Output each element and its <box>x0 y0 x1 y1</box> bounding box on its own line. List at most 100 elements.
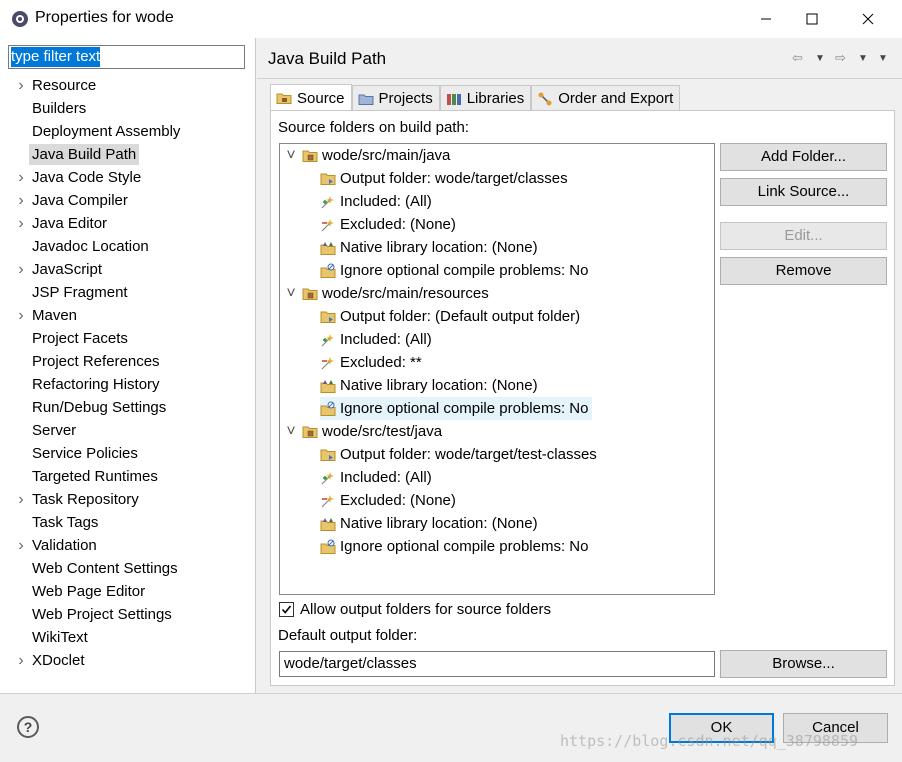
source-attribute-row[interactable]: Ignore optional compile problems: No <box>320 535 588 558</box>
exclusion-filter-icon <box>321 494 334 507</box>
source-attribute-row[interactable]: Output folder: wode/target/classes <box>320 167 568 190</box>
expand-arrow-icon[interactable]: › <box>15 189 27 212</box>
browse-button[interactable]: Browse... <box>720 650 887 678</box>
nav-item[interactable]: Builders <box>0 97 255 120</box>
forward-menu-icon[interactable]: ▼ <box>858 53 868 64</box>
nav-item[interactable]: › Maven <box>0 304 255 327</box>
expand-arrow-icon[interactable]: › <box>15 488 27 511</box>
view-menu-icon[interactable]: ▼ <box>878 53 888 64</box>
nav-item[interactable]: Deployment Assembly <box>0 120 255 143</box>
expand-arrow-icon[interactable]: › <box>15 258 27 281</box>
projects-icon <box>358 94 374 105</box>
nav-item[interactable]: › XDoclet <box>0 649 255 672</box>
add-folder-button[interactable]: Add Folder... <box>720 143 887 171</box>
source-attribute-row[interactable]: Excluded: (None) <box>320 489 456 512</box>
nav-item-label: Web Page Editor <box>32 583 146 600</box>
expand-arrow-icon[interactable]: › <box>15 649 27 672</box>
nav-item[interactable]: Run/Debug Settings <box>0 396 255 419</box>
expand-arrow-icon[interactable]: › <box>15 304 27 327</box>
default-output-input[interactable]: wode/target/classes <box>279 651 715 677</box>
tree-node-label: Ignore optional compile problems: No <box>340 262 589 279</box>
link-source-button[interactable]: Link Source... <box>720 178 887 206</box>
maximize-button[interactable] <box>789 0 835 38</box>
collapse-arrow-icon[interactable]: ˅ <box>284 282 298 305</box>
tab-libraries[interactable]: Libraries <box>439 85 532 111</box>
nav-item[interactable]: JSP Fragment <box>0 281 255 304</box>
expand-arrow-icon[interactable]: › <box>15 534 27 557</box>
minimize-button[interactable] <box>743 0 789 38</box>
property-pages-tree: › Resource Builders Deployment Assembly Java… <box>0 74 255 672</box>
nav-item[interactable]: WikiText <box>0 626 255 649</box>
remove-button[interactable]: Remove <box>720 257 887 285</box>
ignore-problems-icon <box>320 263 336 278</box>
back-menu-icon[interactable]: ▼ <box>815 53 825 64</box>
forward-arrow-icon[interactable]: ⇨ <box>835 50 846 66</box>
source-attribute-row[interactable]: Output folder: wode/target/test-classes <box>320 443 597 466</box>
source-folder-row[interactable]: ˅ wode/src/main/java <box>284 144 450 167</box>
ignore-problems-icon <box>320 539 336 554</box>
nav-item-label: Server <box>32 422 77 439</box>
nav-item-label: Validation <box>32 537 97 554</box>
expand-arrow-icon[interactable]: › <box>15 166 27 189</box>
source-attribute-row[interactable]: Ignore optional compile problems: No <box>320 397 593 420</box>
nav-item[interactable]: Web Page Editor <box>0 580 255 603</box>
edit-button[interactable]: Edit... <box>720 222 887 250</box>
source-attribute-row[interactable]: Output folder: (Default output folder) <box>320 305 580 328</box>
nav-item-label: Task Repository <box>32 491 139 508</box>
nav-item[interactable]: › Java Compiler <box>0 189 255 212</box>
nav-item[interactable]: › Task Repository <box>0 488 255 511</box>
collapse-arrow-icon[interactable]: ˅ <box>284 144 298 167</box>
allow-output-checkbox[interactable] <box>279 602 294 617</box>
nav-item[interactable]: Javadoc Location <box>0 235 255 258</box>
nav-item[interactable]: Service Policies <box>0 442 255 465</box>
expand-arrow-icon[interactable]: › <box>15 212 27 235</box>
nav-item[interactable]: Project Facets <box>0 327 255 350</box>
tree-node-label: Excluded: ** <box>340 354 422 371</box>
nav-item[interactable]: Task Tags <box>0 511 255 534</box>
inclusion-filter-icon <box>321 333 334 346</box>
source-attribute-row[interactable]: Ignore optional compile problems: No <box>320 259 588 282</box>
source-folder-row[interactable]: ˅ wode/src/test/java <box>284 420 442 443</box>
nav-item[interactable]: Targeted Runtimes <box>0 465 255 488</box>
nav-item[interactable]: › Java Editor <box>0 212 255 235</box>
nav-item[interactable]: › JavaScript <box>0 258 255 281</box>
tree-node-label: Native library location: (None) <box>340 515 538 532</box>
exclusion-filter-icon <box>321 356 334 369</box>
tab-source[interactable]: Source <box>270 84 352 111</box>
nav-item-label: Deployment Assembly <box>32 123 181 140</box>
expand-arrow-icon[interactable]: › <box>15 74 27 97</box>
source-attribute-row[interactable]: Excluded: ** <box>320 351 422 374</box>
source-folders-tree[interactable]: ˅ wode/src/main/java Output folder: wode/t… <box>279 143 715 595</box>
nav-item[interactable]: Java Build Path <box>0 143 255 166</box>
tab-projects[interactable]: Projects <box>351 85 440 111</box>
nav-item[interactable]: › Validation <box>0 534 255 557</box>
source-attribute-row[interactable]: Included: (All) <box>320 190 432 213</box>
nav-item-label: Task Tags <box>32 514 99 531</box>
back-arrow-icon[interactable]: ⇦ <box>792 50 803 66</box>
allow-output-row[interactable]: Allow output folders for source folders <box>279 601 551 618</box>
filter-input[interactable]: type filter text <box>8 45 245 69</box>
nav-item[interactable]: Web Content Settings <box>0 557 255 580</box>
source-attribute-row[interactable]: Included: (All) <box>320 328 432 351</box>
source-attribute-row[interactable]: Native library location: (None) <box>320 512 538 535</box>
nav-item[interactable]: › Java Code Style <box>0 166 255 189</box>
source-attribute-row[interactable]: Included: (All) <box>320 466 432 489</box>
nav-item-label: Targeted Runtimes <box>32 468 158 485</box>
source-attribute-row[interactable]: Excluded: (None) <box>320 213 456 236</box>
nav-item[interactable]: Server <box>0 419 255 442</box>
source-folder-row[interactable]: ˅ wode/src/main/resources <box>284 282 488 305</box>
collapse-arrow-icon[interactable]: ˅ <box>284 420 298 443</box>
nav-item[interactable]: › Resource <box>0 74 255 97</box>
help-icon[interactable]: ? <box>17 716 39 738</box>
nav-item[interactable]: Project References <box>0 350 255 373</box>
source-attribute-row[interactable]: Native library location: (None) <box>320 236 538 259</box>
source-tab-content: Source folders on build path: ˅ wode/src/… <box>270 110 895 686</box>
nav-item-label: Java Code Style <box>32 169 142 186</box>
close-button[interactable] <box>845 0 891 38</box>
tab-order-and-export[interactable]: Order and Export <box>531 85 681 111</box>
source-attribute-row[interactable]: Native library location: (None) <box>320 374 538 397</box>
nav-item[interactable]: Refactoring History <box>0 373 255 396</box>
output-folder-icon <box>320 311 336 323</box>
tab-label: Source <box>297 89 345 107</box>
nav-item[interactable]: Web Project Settings <box>0 603 255 626</box>
